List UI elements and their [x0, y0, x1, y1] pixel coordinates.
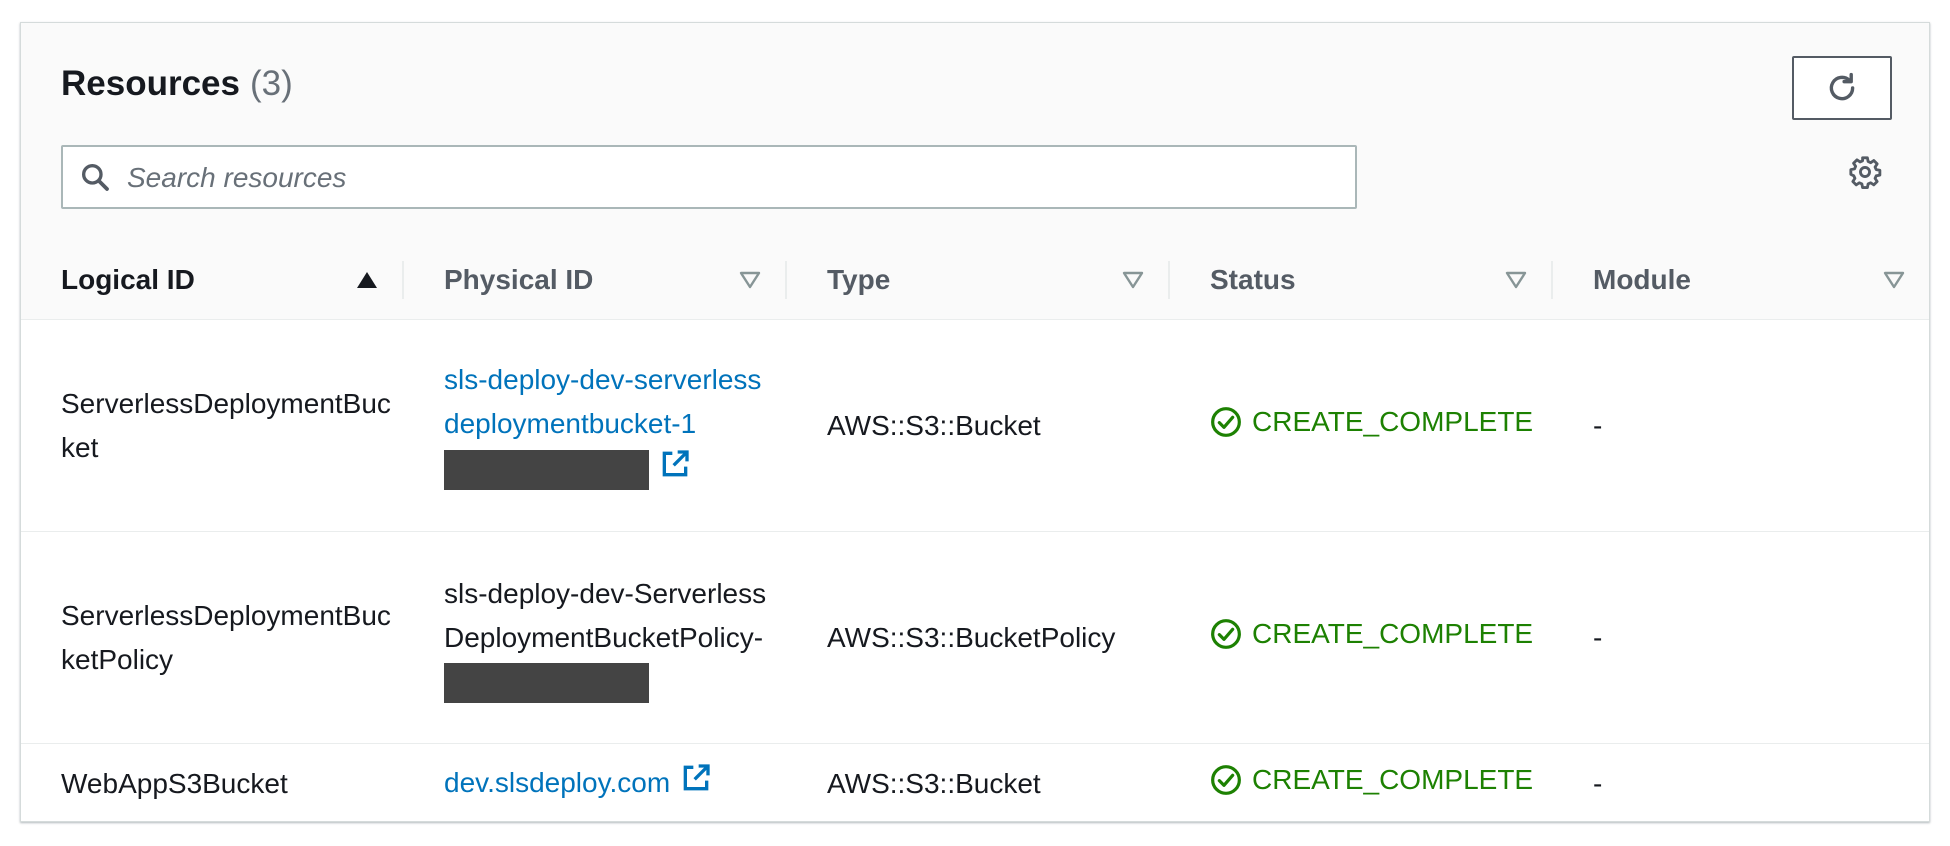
- title-text: Resources: [61, 64, 240, 103]
- cell-logical-id: ServerlessDeploymentBucket: [21, 319, 404, 532]
- redacted-block: [444, 663, 649, 704]
- search-input[interactable]: [125, 155, 1339, 201]
- status-badge: CREATE_COMPLETE: [1210, 612, 1533, 656]
- search-box[interactable]: [61, 145, 1357, 209]
- table-row: WebAppS3Bucket dev.slsdeploy.com AWS::S3…: [21, 744, 1929, 822]
- refresh-icon: [1829, 72, 1855, 101]
- cell-status: CREATE_COMPLETE: [1170, 319, 1553, 532]
- sort-caret-icon[interactable]: [739, 271, 761, 289]
- resources-table: Logical ID Physical ID Type Status Modul…: [21, 241, 1929, 822]
- external-link-icon[interactable]: [659, 448, 691, 493]
- cell-module: -: [1553, 319, 1929, 532]
- cell-type: AWS::S3::Bucket: [787, 319, 1170, 532]
- check-circle-icon: [1211, 765, 1241, 796]
- redacted-block: [444, 450, 649, 491]
- panel-header: Resources (3): [21, 23, 1929, 242]
- external-link-icon[interactable]: [680, 762, 712, 807]
- check-circle-icon: [1211, 619, 1241, 649]
- cell-logical-id: WebAppS3Bucket: [61, 767, 288, 799]
- column-header-logical-id[interactable]: Logical ID: [21, 241, 404, 320]
- column-header-physical-id[interactable]: Physical ID: [404, 241, 787, 320]
- table-row: ServerlessDeploymentBucket sls-deploy-de…: [21, 319, 1929, 532]
- status-badge: CREATE_COMPLETE: [1210, 400, 1533, 444]
- gear-icon: [1849, 156, 1882, 189]
- column-header-status[interactable]: Status: [1170, 241, 1553, 320]
- cell-type: AWS::S3::BucketPolicy: [787, 531, 1170, 744]
- resource-count: (3): [249, 64, 293, 103]
- cell-status: CREATE_COMPLETE: [1170, 531, 1553, 744]
- cell-type: AWS::S3::Bucket: [827, 767, 1041, 799]
- page-title: Resources (3): [61, 63, 293, 105]
- column-header-type[interactable]: Type: [787, 241, 1170, 320]
- cell-physical-id: sls-deploy-dev-serverlessdeploymentbucke…: [404, 319, 787, 532]
- settings-button[interactable]: [1848, 155, 1882, 194]
- physical-id-link[interactable]: sls-deploy-dev-serverlessdeploymentbucke…: [444, 364, 761, 491]
- column-header-module[interactable]: Module: [1553, 241, 1929, 320]
- cell-status: CREATE_COMPLETE: [1170, 744, 1553, 822]
- physical-id-link[interactable]: dev.slsdeploy.com: [444, 764, 712, 798]
- sort-ascending-icon[interactable]: [356, 271, 378, 289]
- search-icon: [82, 164, 109, 191]
- table-row: ServerlessDeploymentBucketPolicy sls-dep…: [21, 531, 1929, 744]
- table-header-row: Logical ID Physical ID Type Status Modul…: [21, 241, 1929, 320]
- refresh-button[interactable]: [1792, 56, 1892, 120]
- resources-panel: Resources (3) Search resources Logical I…: [20, 22, 1930, 822]
- cell-physical-id: dev.slsdeploy.com: [404, 744, 787, 822]
- cell-logical-id: ServerlessDeploymentBucketPolicy: [21, 531, 404, 744]
- status-badge: CREATE_COMPLETE: [1210, 758, 1533, 802]
- sort-caret-icon[interactable]: [1505, 271, 1527, 289]
- cell-module: -: [1553, 531, 1929, 744]
- cell-physical-id: sls-deploy-dev-ServerlessDeploymentBucke…: [404, 531, 787, 744]
- cell-module: -: [1593, 767, 1603, 799]
- sort-caret-icon[interactable]: [1883, 271, 1905, 289]
- sort-caret-icon[interactable]: [1122, 271, 1144, 289]
- check-circle-icon: [1211, 407, 1241, 437]
